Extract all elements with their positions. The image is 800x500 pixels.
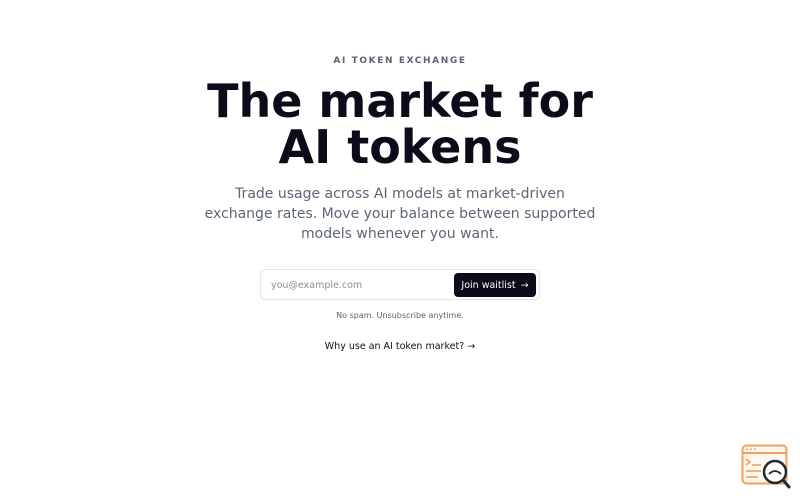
page-title-line-2: AI tokens bbox=[278, 120, 522, 174]
email-input[interactable] bbox=[271, 276, 451, 294]
why-link-container: Why use an AI token market? → bbox=[0, 341, 800, 352]
browser-search-icon[interactable] bbox=[741, 444, 791, 490]
page-title: The market for AI tokens bbox=[0, 78, 800, 170]
join-waitlist-label: Join waitlist bbox=[461, 279, 516, 291]
arrow-right-icon: → bbox=[520, 279, 529, 291]
spam-note: No spam. Unsubscribe anytime. bbox=[336, 311, 464, 320]
landing-page: AI TOKEN EXCHANGE The market for AI toke… bbox=[0, 0, 800, 500]
why-token-market-link[interactable]: Why use an AI token market? → bbox=[325, 341, 475, 352]
page-title-line-1: The market for bbox=[207, 74, 593, 128]
eyebrow-label: AI TOKEN EXCHANGE bbox=[333, 56, 467, 66]
join-waitlist-button[interactable]: Join waitlist → bbox=[454, 273, 536, 297]
hero-subtitle: Trade usage across AI models at market-d… bbox=[204, 186, 596, 242]
waitlist-form: Join waitlist → bbox=[260, 269, 540, 300]
